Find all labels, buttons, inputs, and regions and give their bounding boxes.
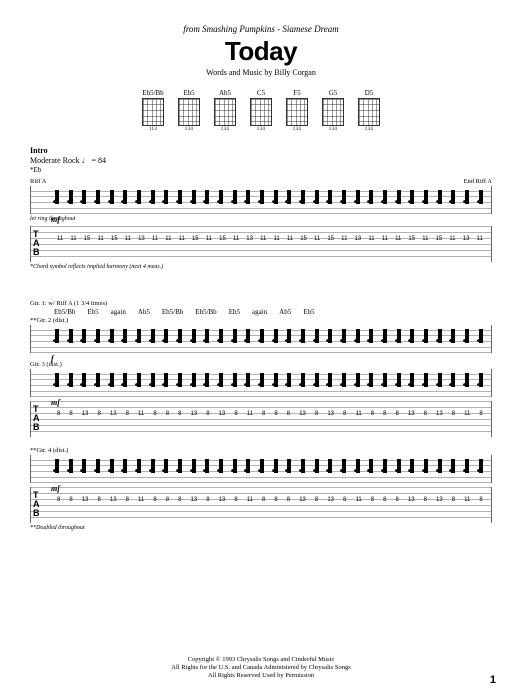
notation-system-1: Riff A End Riff A mf let ring throughout… bbox=[30, 178, 492, 270]
chord-symbol: Eb5 bbox=[87, 308, 98, 316]
repeat-instruction: Gtr. 1: w/ Riff A (1 3/4 times) bbox=[30, 300, 492, 307]
chord-symbol: Eb5 bbox=[303, 308, 314, 316]
chord-symbol: Eb5/Bb bbox=[54, 308, 75, 316]
chord-grid-icon bbox=[286, 98, 308, 126]
chord-name: Eb5/Bb bbox=[142, 89, 164, 97]
chord-symbol: again bbox=[111, 308, 126, 316]
chord-symbol: Eb5 bbox=[229, 308, 240, 316]
chord-fingering: 134 bbox=[178, 127, 200, 132]
tuning-note: *Eb bbox=[30, 166, 492, 174]
chord-diagram-row: Eb5/Bb 113 Eb5 134 Ab5 134 C5 134 F5 134… bbox=[30, 89, 492, 132]
end-riff-label: End Riff A bbox=[464, 178, 492, 185]
notation-system-2: Gtr. 1: w/ Riff A (1 3/4 times) Eb5/BbEb… bbox=[30, 300, 492, 531]
tab-staff: TAB 111115111511131111111511151113111111… bbox=[30, 226, 492, 262]
chord-diagram: D5 134 bbox=[358, 89, 380, 132]
copyright-block: Copyright © 1993 Chrysalis Songs and Cin… bbox=[0, 656, 522, 680]
chord-name: D5 bbox=[358, 89, 380, 97]
music-staff: mf bbox=[30, 369, 492, 397]
music-staff: mf bbox=[30, 455, 492, 483]
chord-symbol: Eb5/Bb bbox=[195, 308, 216, 316]
chord-sequence-row: Eb5/Bb Eb5 again Ab5 Eb5/Bb Eb5/Bb Eb5 again Ab5… bbox=[30, 308, 492, 316]
chord-diagram: F5 134 bbox=[286, 89, 308, 132]
guitar-4-label: **Gtr. 4 (dist.) bbox=[30, 447, 492, 454]
intro-markings: Intro Moderate Rock ♩ = 84 *Eb bbox=[30, 146, 492, 174]
chord-fingering: 113 bbox=[142, 127, 164, 132]
chord-fingering: 134 bbox=[358, 127, 380, 132]
dynamic-marking: f bbox=[51, 354, 54, 363]
music-staff: f bbox=[30, 325, 492, 353]
tab-staff: TAB 881381381188813813811888138138118881… bbox=[30, 401, 492, 437]
chord-diagram: Eb5 134 bbox=[178, 89, 200, 132]
footnote: *Chord symbol reflects implied harmony (… bbox=[30, 264, 492, 270]
chord-name: Ab5 bbox=[214, 89, 236, 97]
section-label: Intro bbox=[30, 146, 492, 155]
chord-symbol: again bbox=[252, 308, 267, 316]
tab-staff: TAB 881381381188813813811888138138118881… bbox=[30, 487, 492, 523]
tab-clef-icon: TAB bbox=[33, 405, 40, 432]
tab-clef-icon: TAB bbox=[33, 230, 40, 257]
chord-name: G5 bbox=[322, 89, 344, 97]
chord-fingering: 134 bbox=[286, 127, 308, 132]
chord-diagram: C5 134 bbox=[250, 89, 272, 132]
chord-grid-icon bbox=[214, 98, 236, 126]
source-line: from Smashing Pumpkins - Siamese Dream bbox=[30, 24, 492, 34]
dynamic-marking: mf bbox=[51, 215, 60, 224]
chord-name: C5 bbox=[250, 89, 272, 97]
sheet-header: from Smashing Pumpkins - Siamese Dream T… bbox=[30, 24, 492, 77]
chord-diagram: Eb5/Bb 113 bbox=[142, 89, 164, 132]
chord-grid-icon bbox=[142, 98, 164, 126]
tab-clef-icon: TAB bbox=[33, 491, 40, 518]
footnote: **Doubled throughout bbox=[30, 525, 492, 531]
let-ring-label: let ring throughout bbox=[30, 216, 492, 222]
copyright-line: All Rights for the U.S. and Canada Admin… bbox=[0, 664, 522, 672]
copyright-line: All Rights Reserved Used by Permission bbox=[0, 672, 522, 680]
byline: Words and Music by Billy Corgan bbox=[30, 68, 492, 77]
copyright-line: Copyright © 1993 Chrysalis Songs and Cin… bbox=[0, 656, 522, 664]
chord-diagram: G5 134 bbox=[322, 89, 344, 132]
chord-grid-icon bbox=[178, 98, 200, 126]
chord-symbol: Eb5/Bb bbox=[162, 308, 183, 316]
chord-name: F5 bbox=[286, 89, 308, 97]
chord-grid-icon bbox=[358, 98, 380, 126]
song-title: Today bbox=[30, 36, 492, 67]
music-staff: mf bbox=[30, 186, 492, 214]
chord-symbol: Ab5 bbox=[279, 308, 291, 316]
guitar-3-label: Gtr. 3 (dist.) bbox=[30, 361, 492, 368]
chord-symbol: Ab5 bbox=[138, 308, 150, 316]
chord-diagram: Ab5 134 bbox=[214, 89, 236, 132]
tempo-marking: Moderate Rock ♩ = 84 bbox=[30, 156, 492, 165]
chord-fingering: 134 bbox=[322, 127, 344, 132]
chord-fingering: 134 bbox=[214, 127, 236, 132]
chord-fingering: 134 bbox=[250, 127, 272, 132]
riff-label: Riff A bbox=[30, 178, 46, 185]
page-number: 1 bbox=[490, 674, 496, 686]
chord-grid-icon bbox=[322, 98, 344, 126]
chord-name: Eb5 bbox=[178, 89, 200, 97]
chord-grid-icon bbox=[250, 98, 272, 126]
guitar-2-label: **Gtr. 2 (dist.) bbox=[30, 317, 492, 324]
